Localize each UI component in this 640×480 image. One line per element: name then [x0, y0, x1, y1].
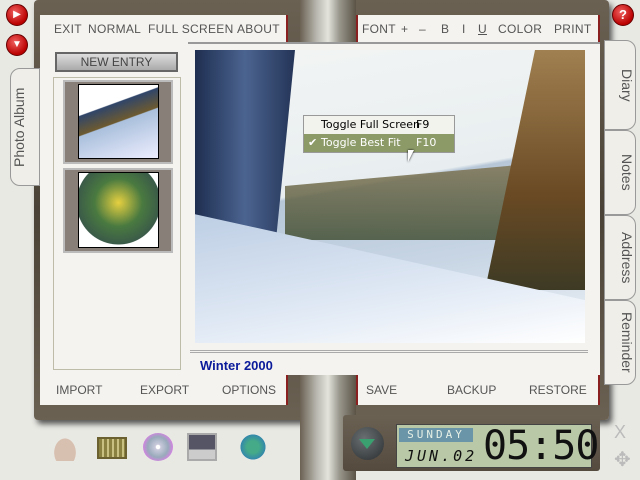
menu-font[interactable]: FONT — [362, 22, 396, 36]
photo-caption[interactable]: Winter 2000 — [200, 358, 273, 373]
context-item-toggle-full-screen[interactable]: Toggle Full Screen F9 — [304, 116, 454, 134]
tab-address[interactable]: Address — [604, 215, 636, 300]
menu-underline[interactable]: U — [478, 22, 487, 36]
photo-viewer[interactable] — [195, 50, 585, 343]
calculator-icon[interactable] — [97, 437, 127, 459]
thumbnail-winter[interactable] — [63, 80, 173, 164]
tab-reminder[interactable]: Reminder — [604, 300, 636, 385]
restore-button[interactable]: RESTORE — [529, 383, 587, 397]
options-button[interactable]: OPTIONS — [222, 383, 276, 397]
save-button[interactable]: SAVE — [366, 383, 397, 397]
menu-exit[interactable]: EXIT — [54, 22, 82, 36]
menu-normal[interactable]: NORMAL — [88, 22, 141, 36]
caption-bar: Winter 2000 — [190, 350, 588, 374]
close-button[interactable]: X — [614, 422, 626, 443]
clock-date: JUN.02 — [405, 447, 478, 465]
checkmark-icon: ✔ — [308, 136, 318, 149]
menu-color[interactable]: COLOR — [498, 22, 542, 36]
cd-music-icon[interactable] — [143, 433, 173, 461]
help-button[interactable]: ? — [612, 4, 634, 26]
new-entry-button[interactable]: NEW ENTRY — [55, 52, 178, 72]
tab-notes[interactable]: Notes — [604, 130, 636, 215]
thumbnail-fish[interactable] — [63, 168, 173, 253]
tab-diary[interactable]: Diary — [604, 40, 636, 130]
menu-print[interactable]: PRINT — [554, 22, 592, 36]
export-button[interactable]: EXPORT — [140, 383, 189, 397]
menu-about[interactable]: ABOUT — [237, 22, 280, 36]
menu-bold[interactable]: B — [441, 22, 449, 36]
context-menu: Toggle Full Screen F9 ✔ Toggle Best Fit F10 — [303, 115, 455, 153]
play-icon: ▶ — [13, 9, 21, 20]
menu-font-larger[interactable]: + — [401, 22, 408, 36]
menu-italic[interactable]: I — [462, 22, 466, 36]
down-triangle-icon — [359, 439, 375, 449]
menu-full-screen[interactable]: FULL SCREEN — [148, 22, 234, 36]
dropdown-button[interactable]: ▼ — [6, 34, 28, 56]
phone-icon[interactable] — [50, 433, 80, 461]
computer-icon[interactable] — [187, 433, 217, 461]
import-button[interactable]: IMPORT — [56, 383, 102, 397]
thumbnail-list[interactable] — [53, 77, 181, 370]
network-icon[interactable] — [238, 433, 268, 461]
alarm-button[interactable] — [351, 427, 384, 460]
play-button[interactable]: ▶ — [6, 4, 28, 26]
mouse-cursor-icon — [408, 150, 414, 162]
context-item-toggle-best-fit[interactable]: ✔ Toggle Best Fit F10 — [304, 134, 454, 152]
down-arrow-icon: ▼ — [12, 39, 22, 50]
move-icon[interactable]: ✥ — [614, 450, 631, 470]
clock-display: SUNDAY JUN.02 05:50 — [396, 423, 599, 469]
clock-time: 05:50 — [483, 423, 599, 469]
tab-photo-album[interactable]: Photo Album — [10, 68, 40, 186]
menu-font-smaller[interactable]: – — [419, 22, 426, 36]
backup-button[interactable]: BACKUP — [447, 383, 496, 397]
clock-day: SUNDAY — [399, 428, 473, 442]
clock-panel: SUNDAY JUN.02 05:50 — [343, 415, 600, 471]
